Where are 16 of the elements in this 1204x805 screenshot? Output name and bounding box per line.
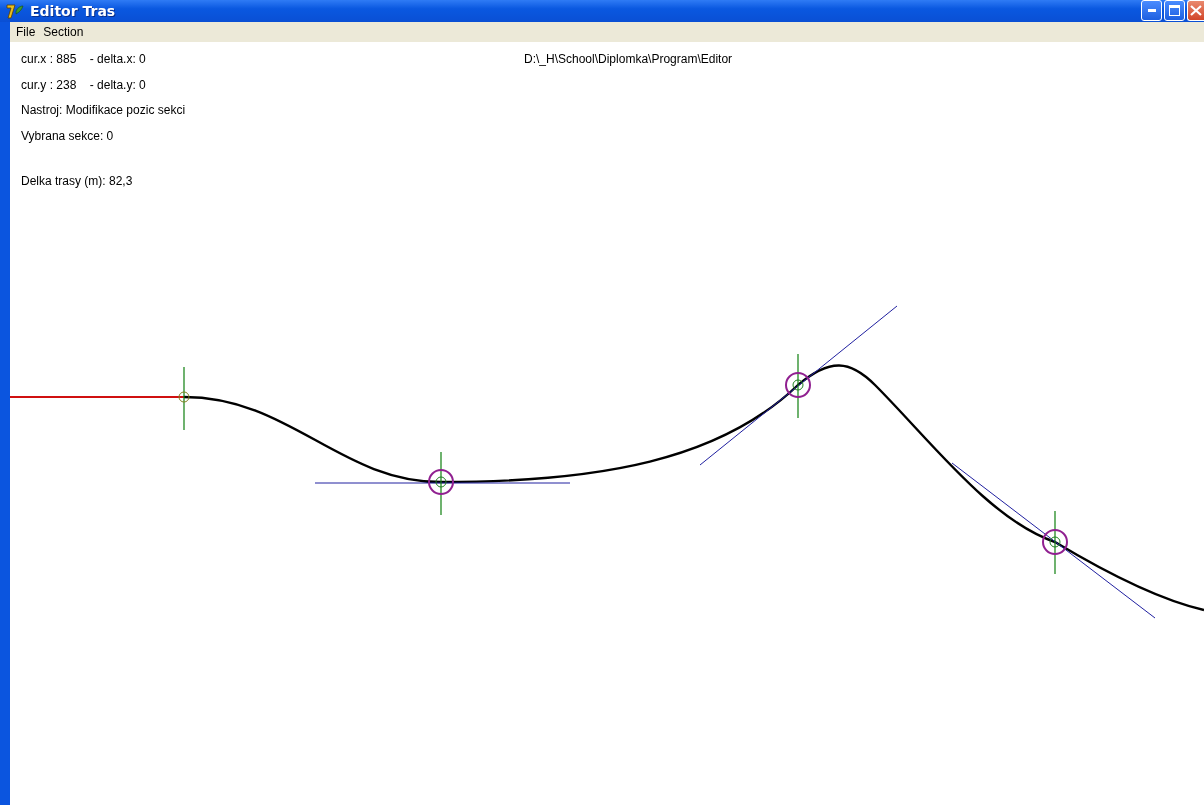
menu-item[interactable]: Section bbox=[39, 25, 88, 39]
window-title: Editor Tras bbox=[30, 3, 117, 19]
folder-path: D:\_H\School\Diplomka\Program\Editor bbox=[524, 51, 733, 68]
minimize-icon bbox=[1147, 9, 1156, 12]
close-button[interactable] bbox=[1187, 0, 1204, 21]
track-length-text: Delka trasy (m): 82,3 bbox=[21, 173, 133, 190]
minimize-button[interactable] bbox=[1141, 0, 1162, 21]
app-icon bbox=[6, 3, 24, 19]
maximize-icon bbox=[1169, 5, 1180, 16]
status-text: Nastroj: Modifikace pozic sekci bbox=[21, 102, 186, 119]
menu-item[interactable]: File bbox=[12, 25, 40, 39]
status-text: cur.x : 885 - delta.x: 0 bbox=[21, 51, 146, 68]
status-text: Vybrana sekce: 0 bbox=[21, 127, 114, 145]
close-icon bbox=[1190, 5, 1202, 16]
maximize-button[interactable] bbox=[1164, 0, 1185, 21]
status-text: cur.y : 238 - delta.y: 0 bbox=[21, 76, 146, 94]
